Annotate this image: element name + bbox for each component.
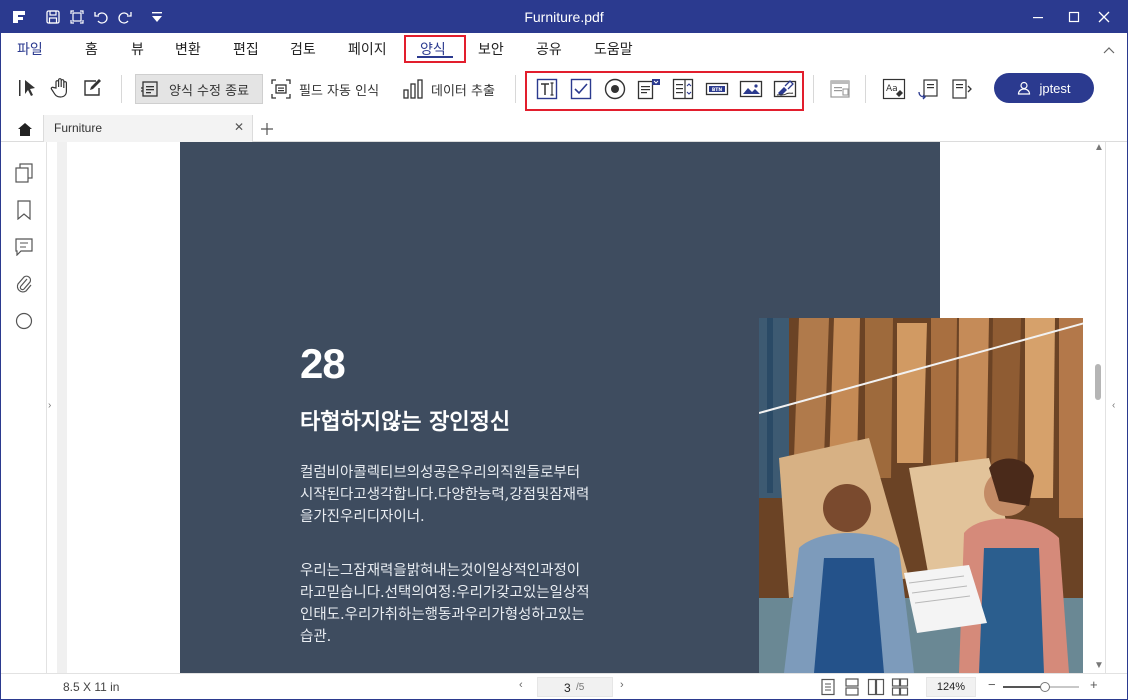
menu-home[interactable]: 홈 <box>85 39 98 59</box>
scroll-thumb[interactable] <box>1095 364 1101 400</box>
edit-tool-icon[interactable] <box>79 75 105 101</box>
page-dark-panel: 28 타협하지않는 장인정신 컬럼비아콜렉티브의성공은우리의직원들로부터시작된다… <box>180 142 1083 673</box>
document-tab[interactable]: Furniture ✕ <box>43 115 253 142</box>
current-page: 3 <box>564 681 571 695</box>
field-recognition-label[interactable]: 필드 자동 인식 <box>299 80 379 99</box>
form-edit-icon <box>139 77 163 101</box>
document-tab-bar: Furniture ✕ <box>1 115 1127 142</box>
import-data-icon[interactable] <box>915 76 941 102</box>
page-subtitle: 타협하지않는 장인정신 <box>300 410 511 435</box>
attachment-icon[interactable] <box>13 273 35 295</box>
user-account-button[interactable]: jptest <box>994 73 1094 103</box>
active-menu-underline <box>417 56 453 58</box>
new-tab-icon[interactable] <box>257 119 277 139</box>
page-number-input[interactable]: 3 /5 <box>537 677 613 697</box>
pdf-page: 28 타협하지않는 장인정신 컬럼비아콜렉티브의성공은우리의직원들로부터시작된다… <box>67 142 1083 673</box>
pdf-editor-window: Furniture.pdf 파일 홈 뷰 변환 편집 검토 페이지 양식 보안 … <box>0 0 1128 700</box>
single-page-view-icon[interactable] <box>819 678 837 696</box>
menu-page[interactable]: 페이지 <box>348 39 387 59</box>
menu-bar: 파일 홈 뷰 변환 편집 검토 페이지 양식 보안 공유 도움말 <box>1 33 1127 63</box>
paragraph-1: 컬럼비아콜렉티브의성공은우리의직원들로부터시작된다고생각합니다.다양한능력,강점… <box>300 465 590 525</box>
page-size-label: 8.5 X 11 in <box>63 680 120 694</box>
two-page-continuous-view-icon[interactable] <box>891 678 909 696</box>
zoom-slider[interactable] <box>1003 682 1079 692</box>
menu-review[interactable]: 검토 <box>290 39 316 59</box>
right-panel: ‹ <box>1105 142 1127 673</box>
maximize-icon[interactable] <box>1059 5 1089 29</box>
comments-icon[interactable] <box>13 236 35 258</box>
export-data-icon[interactable] <box>949 76 975 102</box>
menu-file[interactable]: 파일 <box>17 39 43 59</box>
scroll-up-icon[interactable]: ▲ <box>1094 142 1104 153</box>
next-page-icon[interactable]: › <box>620 679 624 691</box>
svg-text:Aa: Aa <box>886 84 898 94</box>
document-canvas: 28 타협하지않는 장인정신 컬럼비아콜렉티브의성공은우리의직원들로부터시작된다… <box>57 142 1083 673</box>
craftspeople-photo <box>759 318 1083 673</box>
menu-view[interactable]: 뷰 <box>131 39 144 59</box>
menu-edit[interactable]: 편집 <box>233 39 259 59</box>
user-name: jptest <box>1039 80 1071 96</box>
field-recognition-icon[interactable] <box>269 77 293 101</box>
menu-share[interactable]: 공유 <box>536 39 562 59</box>
title-bar: Furniture.pdf <box>1 1 1127 33</box>
data-extract-label[interactable]: 데이터 추출 <box>431 80 495 99</box>
menu-security[interactable]: 보안 <box>478 39 504 59</box>
home-icon[interactable] <box>15 119 35 139</box>
zoom-out-icon[interactable]: − <box>988 677 996 692</box>
search-panel-icon[interactable] <box>13 310 35 332</box>
page-number-heading: 28 <box>300 340 346 387</box>
continuous-view-icon[interactable] <box>843 678 861 696</box>
form-properties-icon[interactable] <box>827 76 853 102</box>
collapse-ribbon-icon[interactable] <box>1103 43 1115 58</box>
minimize-icon[interactable] <box>1023 5 1053 29</box>
scroll-down-icon[interactable]: ▼ <box>1094 660 1104 671</box>
zoom-level[interactable]: 124% <box>926 677 976 697</box>
bookmark-icon[interactable] <box>13 199 35 221</box>
thumbnails-icon[interactable] <box>13 162 35 184</box>
hand-tool-icon[interactable] <box>47 75 73 101</box>
user-icon <box>1018 81 1031 95</box>
select-tool-icon[interactable] <box>15 75 41 101</box>
text-recognition-icon[interactable]: Aa <box>881 76 907 102</box>
paragraph-2: 우리는그잠재력을밝혀내는것이일상적인과정이라고믿습니다.선택의여정:우리가갖고있… <box>300 563 590 645</box>
toolbar-divider <box>121 75 122 103</box>
toolbar-divider <box>865 75 866 103</box>
zoom-slider-fill <box>1003 686 1045 688</box>
zoom-slider-thumb[interactable] <box>1039 682 1050 692</box>
previous-page-icon[interactable]: ‹ <box>519 679 523 691</box>
document-tab-name: Furniture <box>54 121 103 135</box>
menu-help[interactable]: 도움말 <box>594 39 633 59</box>
left-sidebar: › <box>1 142 51 673</box>
window-title: Furniture.pdf <box>524 9 604 25</box>
active-menu-highlight <box>404 35 466 63</box>
form-fields-highlight <box>525 71 804 111</box>
menu-convert[interactable]: 변환 <box>175 39 201 59</box>
close-tab-icon[interactable]: ✕ <box>234 120 244 134</box>
toolbar-divider <box>515 75 516 103</box>
data-extract-icon[interactable] <box>401 77 425 101</box>
two-page-view-icon[interactable] <box>867 678 885 696</box>
expand-right-panel-icon[interactable]: ‹ <box>1112 400 1115 411</box>
zoom-in-icon[interactable]: + <box>1090 677 1098 692</box>
vertical-scrollbar[interactable]: ▲ ▼ <box>1091 142 1105 673</box>
total-pages: /5 <box>576 682 585 693</box>
status-bar: 8.5 X 11 in ‹ 3 /5 › 124% − + <box>1 673 1127 699</box>
close-window-icon[interactable] <box>1089 5 1119 29</box>
expand-sidebar-icon[interactable]: › <box>48 400 51 411</box>
toolbar-divider <box>813 75 814 103</box>
form-edit-done-label: 양식 수정 종료 <box>169 84 250 99</box>
